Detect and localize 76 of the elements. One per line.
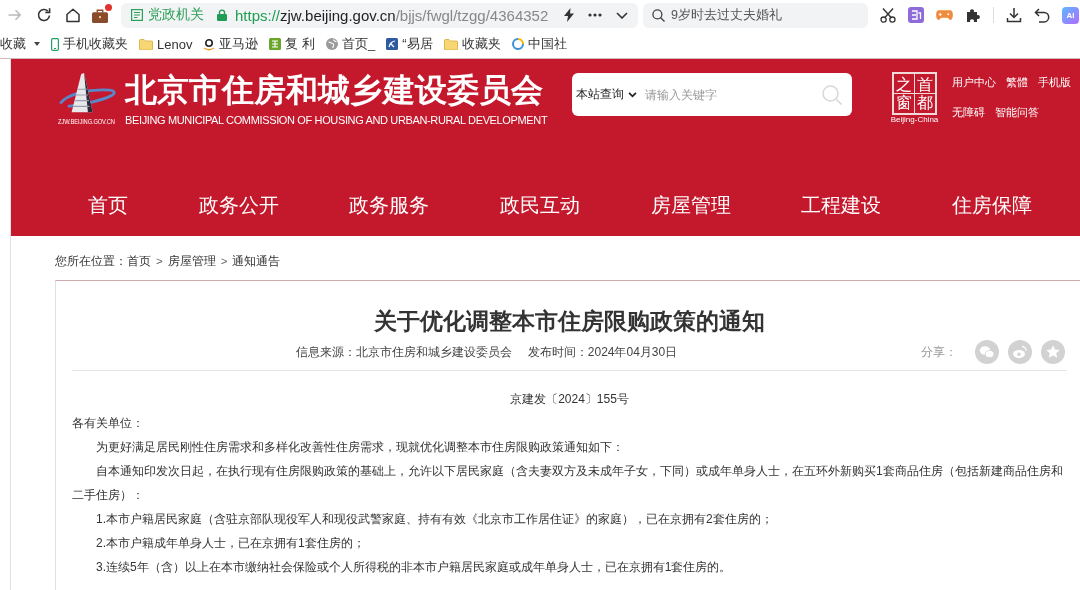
logo-caption: ZJW.BEIJING.GOV.CN	[57, 117, 115, 126]
puzzle-icon[interactable]	[965, 7, 981, 23]
lightning-icon[interactable]	[564, 8, 574, 22]
bookmark-item[interactable]: Lenov	[139, 36, 193, 52]
phone-icon	[51, 37, 59, 51]
app-tile-icon	[386, 38, 399, 50]
share-label: 分享：	[921, 343, 957, 361]
nav-item[interactable]: 首页	[88, 191, 128, 219]
user-link[interactable]: 手机版	[1038, 74, 1071, 90]
logo-caption: Beijing-China	[890, 115, 939, 125]
breadcrumb-label: 您所在位置：	[55, 253, 127, 269]
url-text[interactable]: https://zjw.beijing.gov.cn/bjjs/fwgl/tzgg/4364352	[235, 6, 549, 24]
capital-window-logo[interactable]: 之窗 首都	[892, 72, 937, 116]
undo-icon[interactable]	[1034, 7, 1050, 23]
paragraph: 3.连续5年（含）以上在本市缴纳社会保险或个人所得税的非本市户籍居民家庭或成年单身人士，已在京拥有1套住房的。	[95, 559, 733, 576]
salutation-text: 各有关单位：	[72, 415, 145, 432]
ring-smile-icon	[203, 37, 216, 51]
site-category-label: 党政机关	[148, 6, 204, 24]
document-icon	[131, 9, 143, 21]
search-icon	[652, 8, 665, 22]
nav-item[interactable]: 政务服务	[349, 191, 430, 219]
breadcrumb-link[interactable]: 首页	[127, 253, 151, 269]
address-bar[interactable]: 党政机关 https://zjw.beijing.gov.cn/bjjs/fwgl/tzgg/4364352	[121, 2, 638, 28]
nav-item[interactable]: 政民互动	[499, 191, 580, 219]
bookmark-item[interactable]: “易居	[386, 35, 433, 53]
app-tile-icon[interactable]	[908, 7, 924, 23]
bookmark-item[interactable]: 首页_	[326, 35, 376, 53]
download-icon[interactable]	[1006, 7, 1022, 23]
logo-text: 首都	[914, 74, 935, 114]
app-tile-icon	[269, 38, 282, 50]
bookmark-item[interactable]: 亚马逊	[203, 35, 259, 53]
paragraph: 2.本市户籍成年单身人士，已在京拥有1套住房的；	[95, 535, 366, 552]
user-link[interactable]: 无障碍	[952, 104, 985, 120]
paragraph: 自本通知印发次日起，在执行现有住房限购政策的基础上，允许以下居民家庭（含夫妻双方及未成年子女，下同）或成年单身人士，在五环外新购买1套商品住房（包括新建商品住房和二手住房）：	[72, 463, 1064, 504]
briefcase-icon[interactable]	[92, 7, 108, 23]
search-scope-dropdown[interactable]: 本站查询	[576, 86, 637, 103]
document-number: 京建发〔2024〕155号	[509, 391, 630, 408]
article-title: 关于优化调整本市住房限购政策的通知	[373, 307, 766, 336]
site-subtitle: BEIJING MUNICIPAL COMMISSION OF HOUSING AND URBAN-RURAL DEVELOPMENT	[125, 114, 549, 127]
nav-item[interactable]: 房屋管理	[650, 191, 731, 219]
folder-icon	[443, 38, 458, 50]
publish-date: 发布时间：2024年04月30日	[527, 343, 678, 361]
bookmark-item[interactable]: 手机收藏夹	[51, 35, 128, 53]
nav-item[interactable]: 政务公开	[198, 191, 279, 219]
bookmark-item[interactable]: 收藏	[0, 35, 40, 53]
home-icon[interactable]	[65, 7, 81, 23]
paragraph: 1.本市户籍居民家庭（含驻京部队现役军人和现役武警家庭、持有有效《北京市工作居住证》的家庭），已在京拥有2套住房的；	[95, 511, 774, 528]
reload-icon[interactable]	[36, 7, 52, 23]
user-link[interactable]: 用户中心	[952, 74, 996, 90]
globe-icon	[326, 38, 339, 50]
caret-icon	[34, 42, 40, 46]
breadcrumb-link[interactable]: 房屋管理	[167, 253, 216, 269]
scissors-icon[interactable]	[880, 7, 896, 23]
bookmark-item[interactable]: 复 利	[269, 35, 316, 53]
search-input[interactable]: 9岁时去过丈夫婚礼	[671, 8, 791, 22]
keyword-input[interactable]: 请输入关键字	[645, 87, 815, 102]
star-share-icon[interactable]	[1041, 340, 1065, 364]
info-source: 信息来源：北京市住房和城乡建设委员会	[295, 343, 512, 361]
user-link[interactable]: 智能问答	[995, 104, 1039, 120]
ring-icon	[511, 38, 524, 50]
bookmark-item[interactable]: 收藏夹	[443, 35, 501, 53]
breadcrumb-separator: >	[219, 255, 229, 267]
user-link[interactable]: 繁體	[1006, 74, 1028, 90]
search-field[interactable]: 9岁时去过丈夫婚礼	[643, 2, 868, 28]
caret-icon	[628, 91, 637, 98]
paragraph: 为更好满足居民刚性住房需求和多样化改善性住房需求，现就优化调整本市住房限购政策通知如下：	[95, 439, 625, 456]
nav-item[interactable]: 工程建设	[801, 191, 882, 219]
folder-icon	[139, 38, 153, 50]
site-title: 北京市住房和城乡建设委员会	[125, 72, 545, 108]
chevron-down-icon[interactable]	[616, 11, 628, 19]
more-icon[interactable]	[588, 13, 602, 17]
breadcrumb-separator: >	[155, 255, 164, 267]
logo-text: 之窗	[895, 75, 913, 113]
bookmark-item[interactable]: 中国社	[511, 35, 567, 53]
nav-item[interactable]: 住房保障	[951, 191, 1032, 219]
breadcrumb-link[interactable]: 通知通告	[232, 253, 281, 269]
